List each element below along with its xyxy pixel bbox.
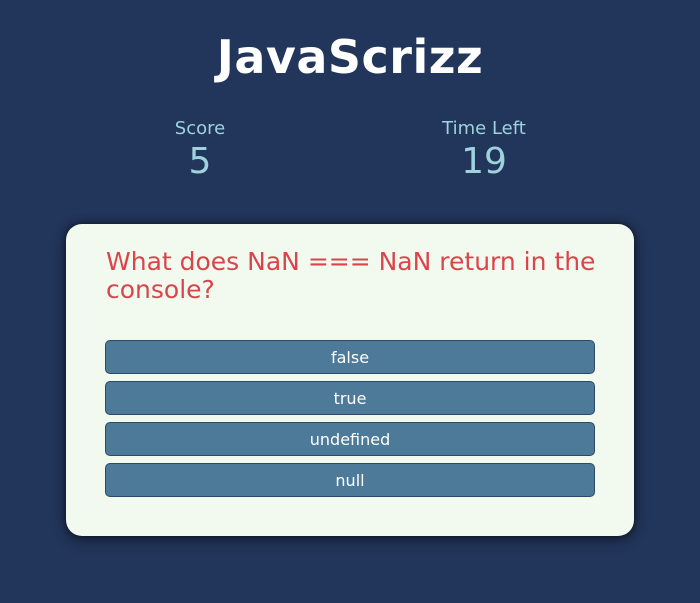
score-display: Score 5	[100, 118, 300, 184]
answer-button-false[interactable]: false	[105, 340, 595, 374]
question-text: What does NaN === NaN return in the cons…	[106, 247, 596, 304]
question-card: What does NaN === NaN return in the cons…	[66, 224, 634, 536]
answer-button-undefined[interactable]: undefined	[105, 422, 595, 456]
score-label: Score	[174, 118, 226, 139]
answer-list: false true undefined null	[105, 340, 595, 504]
answer-button-true[interactable]: true	[105, 381, 595, 415]
time-left-value: 19	[461, 141, 507, 182]
app-title: JavaScrizz	[216, 30, 484, 84]
time-left-label: Time Left	[442, 118, 526, 139]
timer-display: Time Left 19	[384, 118, 584, 184]
quiz-page: JavaScrizz Score 5 Time Left 19 What doe…	[0, 0, 700, 603]
score-value: 5	[188, 141, 212, 182]
answer-button-null[interactable]: null	[105, 463, 595, 497]
